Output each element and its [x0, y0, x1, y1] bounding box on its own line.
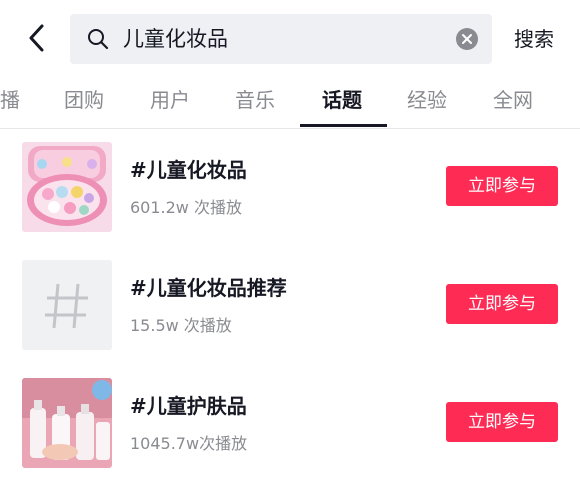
category-tabs: 播 团购 用户 音乐 话题 经验 全网 [0, 78, 580, 129]
topic-thumbnail [22, 260, 112, 350]
top-bar: 儿童化妆品 搜索 [0, 0, 580, 78]
tab-users[interactable]: 用户 [150, 78, 190, 122]
tab-music[interactable]: 音乐 [235, 78, 275, 122]
topic-thumbnail [22, 142, 112, 232]
join-button[interactable]: 立即参与 [446, 166, 558, 206]
search-input[interactable]: 儿童化妆品 [70, 14, 492, 64]
active-tab-indicator [300, 124, 387, 127]
skincare-bottles-icon [22, 378, 112, 468]
close-icon [462, 34, 472, 44]
tab-topics[interactable]: 话题 [322, 78, 362, 122]
search-query-text: 儿童化妆品 [123, 27, 228, 51]
clear-search-button[interactable] [456, 28, 478, 50]
chevron-left-icon [29, 24, 44, 52]
topic-title: #儿童化妆品 [130, 158, 247, 182]
back-button[interactable] [22, 22, 50, 54]
list-item[interactable]: #儿童护肤品 1045.7w次播放 立即参与 [0, 370, 580, 488]
topic-play-count: 15.5w 次播放 [130, 316, 232, 335]
list-item[interactable]: #儿童化妆品推荐 15.5w 次播放 立即参与 [0, 252, 580, 370]
topic-title: #儿童护肤品 [130, 394, 247, 418]
join-button[interactable]: 立即参与 [446, 284, 558, 324]
tab-experience[interactable]: 经验 [407, 78, 447, 122]
topic-thumbnail [22, 378, 112, 468]
topic-play-count: 1045.7w次播放 [130, 434, 248, 453]
search-button[interactable]: 搜索 [514, 0, 554, 78]
tab-all-web[interactable]: 全网 [493, 78, 533, 122]
search-icon [88, 29, 109, 50]
join-button[interactable]: 立即参与 [446, 402, 558, 442]
makeup-palette-icon [22, 142, 112, 232]
tab-live[interactable]: 播 [0, 78, 20, 122]
tab-groupbuy[interactable]: 团购 [64, 78, 104, 122]
hashtag-icon [22, 260, 112, 350]
list-item[interactable]: #儿童化妆品 601.2w 次播放 立即参与 [0, 134, 580, 252]
topic-play-count: 601.2w 次播放 [130, 198, 242, 217]
topic-title: #儿童化妆品推荐 [130, 276, 287, 300]
